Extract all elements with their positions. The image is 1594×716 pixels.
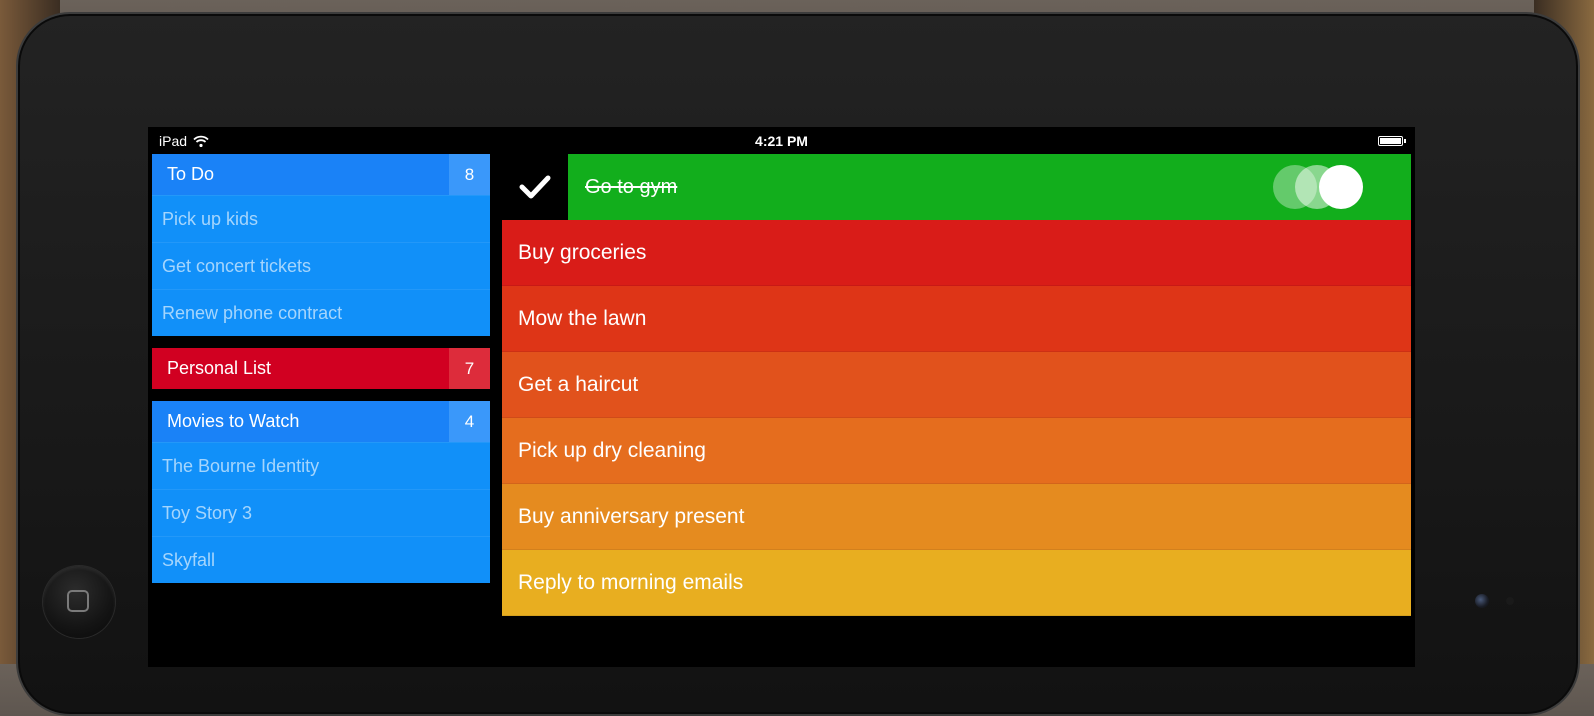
list-block: Movies to Watch 4 The Bourne Identity Toy S… bbox=[152, 401, 490, 583]
list-header[interactable]: To Do 8 bbox=[152, 154, 490, 195]
screen: iPad 4:21 PM To Do 8 Pick up kids Get conce… bbox=[148, 127, 1415, 667]
checkmark-icon[interactable] bbox=[502, 154, 568, 220]
status-bar: iPad 4:21 PM bbox=[148, 127, 1415, 154]
list-title: Personal List bbox=[167, 358, 272, 378]
battery-icon bbox=[1378, 136, 1406, 146]
task-list: Buy groceries Mow the lawn Get a haircut Pi… bbox=[502, 220, 1411, 616]
list-item[interactable]: Renew phone contract bbox=[152, 289, 490, 336]
list-header[interactable]: Personal List 7 bbox=[152, 348, 490, 389]
task-row[interactable]: Reply to morning emails bbox=[502, 550, 1411, 616]
task-row[interactable]: Pick up dry cleaning bbox=[502, 418, 1411, 484]
task-row[interactable]: Get a haircut bbox=[502, 352, 1411, 418]
list-count-badge: 4 bbox=[449, 401, 490, 442]
list-count-badge: 7 bbox=[449, 348, 490, 389]
list-block: Personal List 7 bbox=[152, 348, 490, 389]
list-item[interactable]: Toy Story 3 bbox=[152, 489, 490, 536]
list-item[interactable]: Get concert tickets bbox=[152, 242, 490, 289]
list-item[interactable]: The Bourne Identity bbox=[152, 442, 490, 489]
list-header[interactable]: Movies to Watch 4 bbox=[152, 401, 490, 442]
home-button[interactable] bbox=[43, 566, 115, 638]
camera-icon bbox=[1475, 594, 1489, 608]
list-block: To Do 8 Pick up kids Get concert tickets Ren… bbox=[152, 154, 490, 336]
task-row[interactable]: Buy groceries bbox=[502, 220, 1411, 286]
task-row[interactable]: Mow the lawn bbox=[502, 286, 1411, 352]
list-title: To Do bbox=[167, 164, 215, 184]
list-count-badge: 8 bbox=[449, 154, 490, 195]
active-task-body[interactable]: Go to gym bbox=[568, 154, 1411, 220]
toggle-knob[interactable] bbox=[1319, 165, 1363, 209]
task-panel: Go to gym Buy groceries Mow the lawn Get a… bbox=[502, 154, 1411, 616]
task-row[interactable]: Buy anniversary present bbox=[502, 484, 1411, 550]
status-time: 4:21 PM bbox=[755, 133, 808, 149]
active-task-row[interactable]: Go to gym bbox=[502, 154, 1411, 220]
square-icon bbox=[67, 590, 89, 612]
list-item[interactable]: Skyfall bbox=[152, 536, 490, 583]
sensor-dot bbox=[1506, 597, 1514, 605]
lists-sidebar: To Do 8 Pick up kids Get concert tickets Ren… bbox=[152, 154, 490, 595]
list-item[interactable]: Pick up kids bbox=[152, 195, 490, 242]
list-title: Movies to Watch bbox=[167, 411, 300, 431]
active-task-label: Go to gym bbox=[585, 175, 678, 198]
completion-toggle[interactable] bbox=[1273, 165, 1365, 209]
